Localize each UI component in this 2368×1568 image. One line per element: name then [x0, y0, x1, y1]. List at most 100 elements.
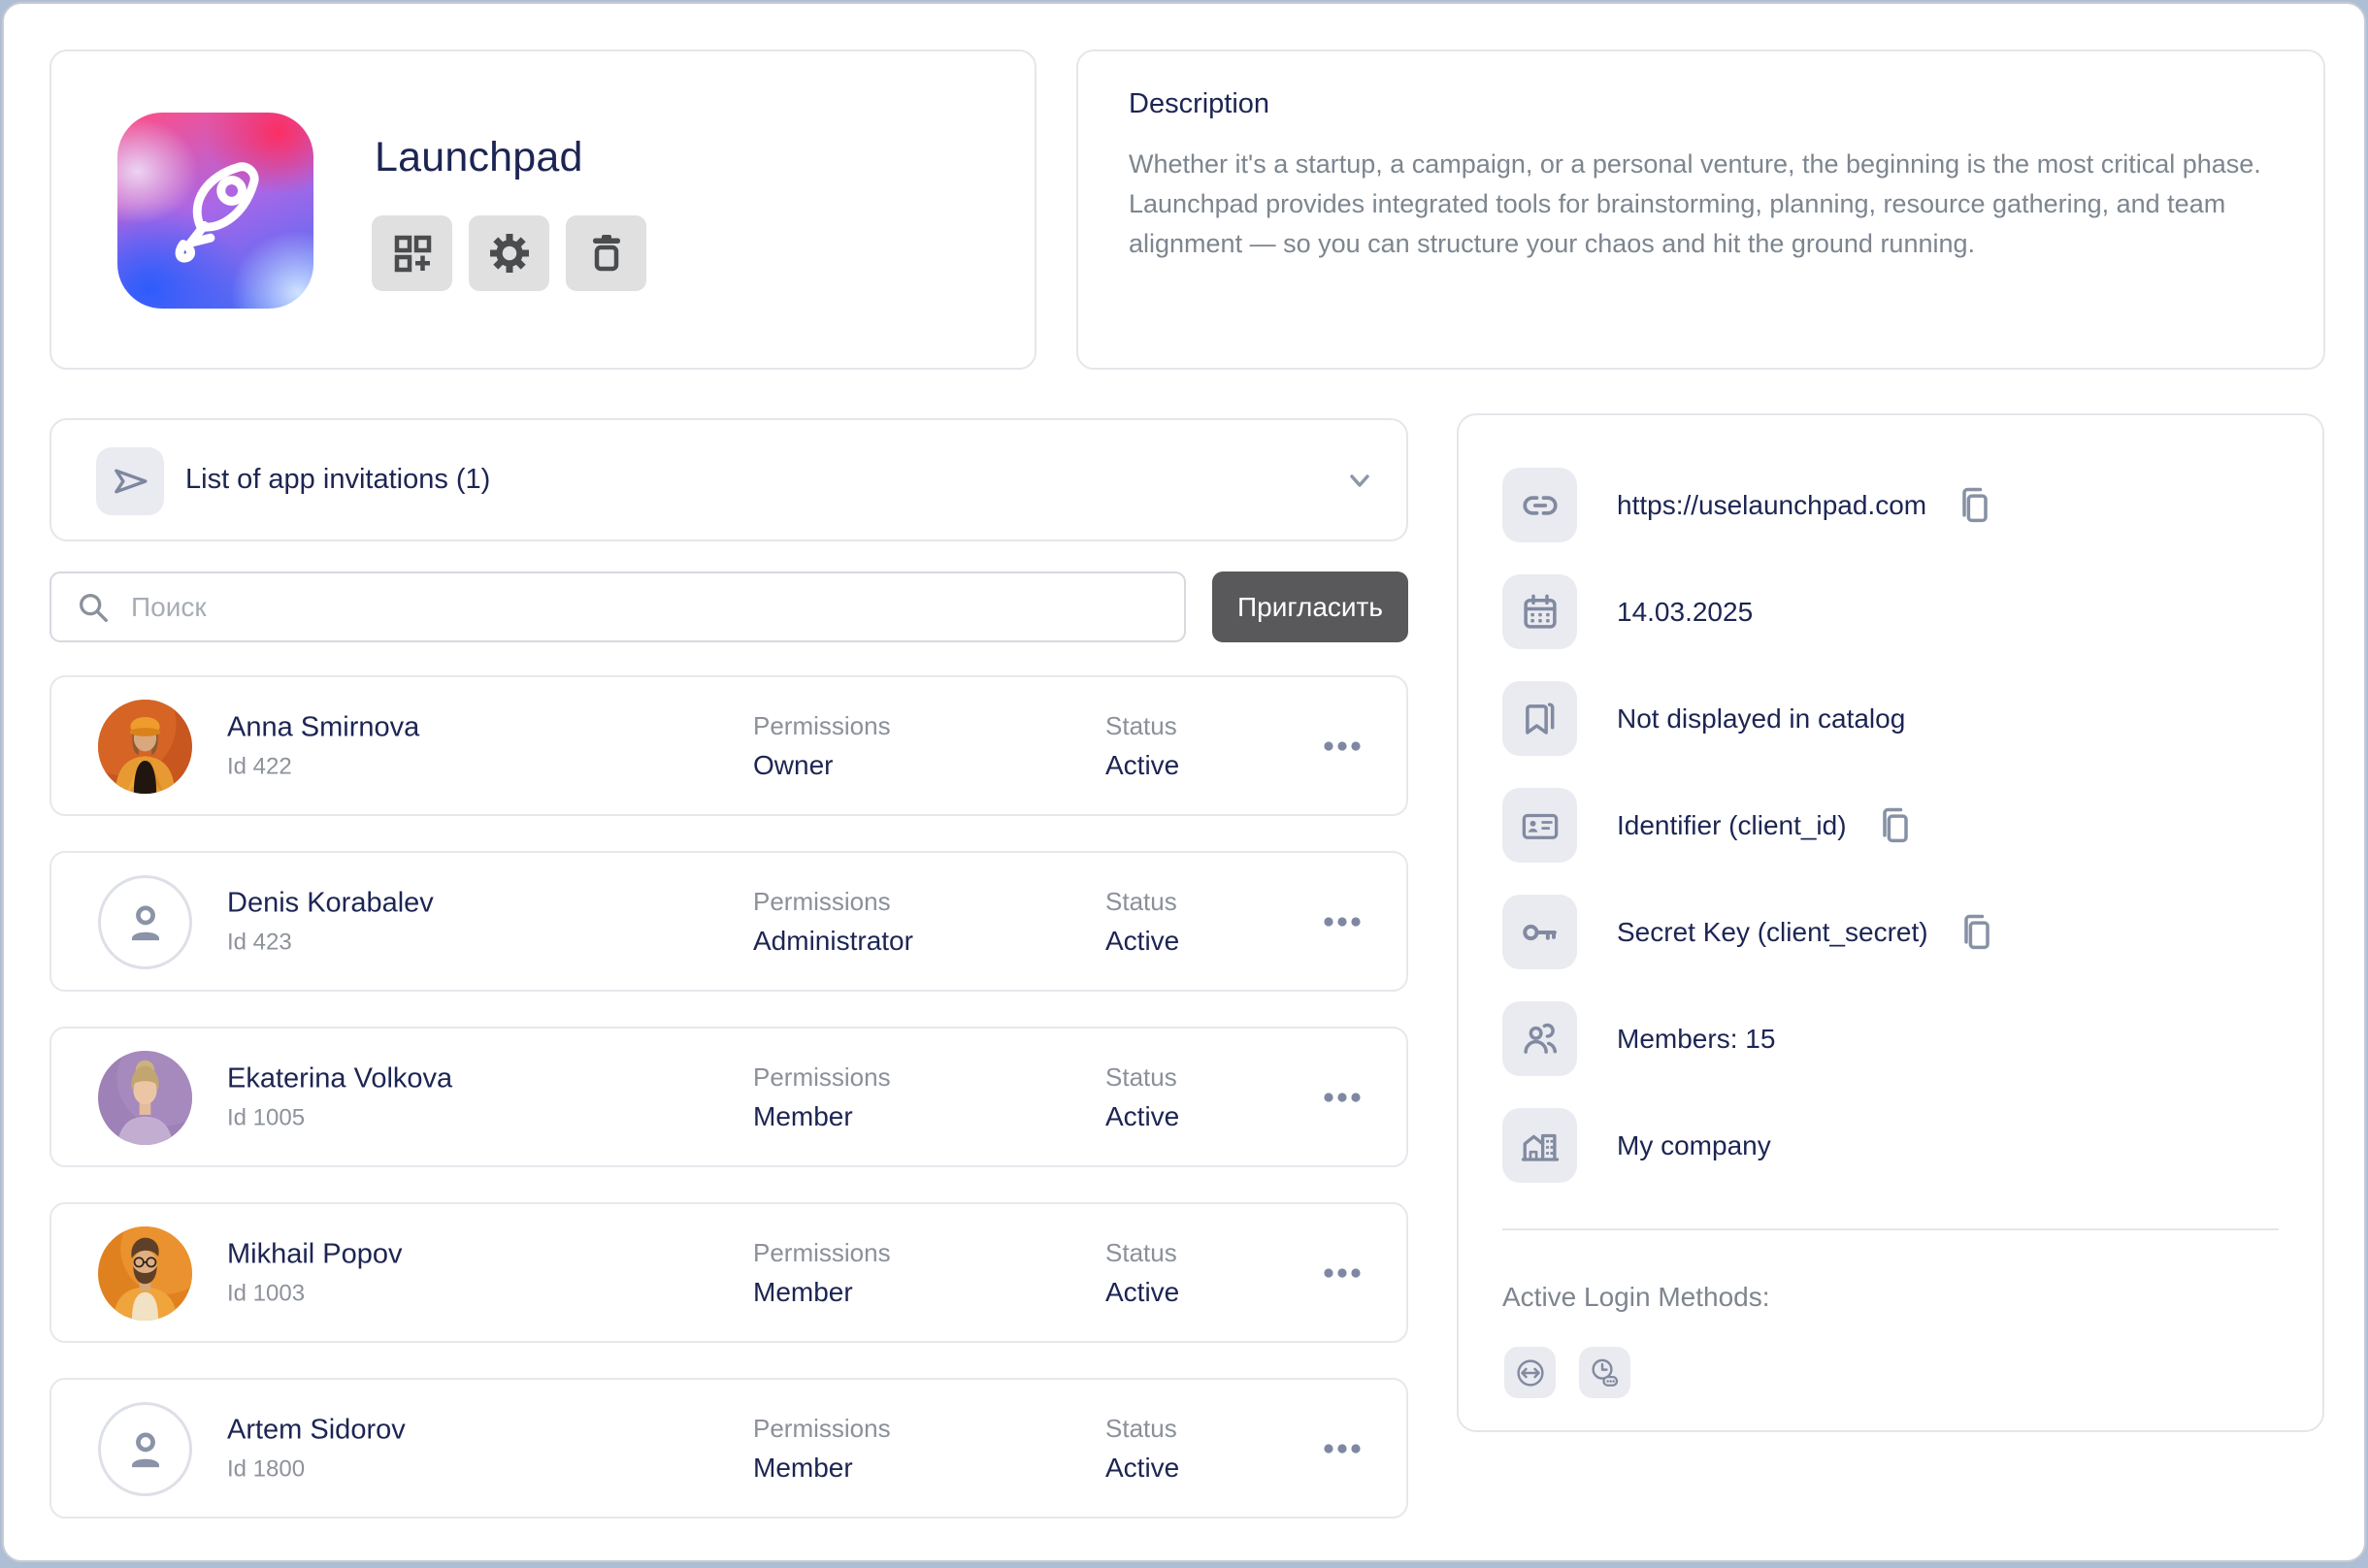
member-identity: Mikhail Popov Id 1003 [227, 1238, 403, 1307]
member-identity: Ekaterina Volkova Id 1005 [227, 1062, 452, 1131]
member-row: Ekaterina Volkova Id 1005 Permissions Me… [49, 1027, 1408, 1167]
company-icon [1502, 1108, 1577, 1183]
member-name: Artem Sidorov [227, 1414, 406, 1446]
app-url: https://uselaunchpad.com [1617, 490, 1926, 521]
row-menu-button[interactable] [1313, 1427, 1371, 1470]
search-icon [75, 589, 112, 626]
detail-row-company: My company [1502, 1108, 2284, 1183]
copy-icon [1956, 484, 1994, 527]
member-identity: Denis Korabalev Id 423 [227, 887, 434, 956]
member-row: Anna Smirnova Id 422 Permissions Owner S… [49, 675, 1408, 816]
rocket-icon [153, 148, 278, 273]
app-details-panel: https://uselaunchpad.com 14 [1457, 413, 2324, 1432]
member-row: Mikhail Popov Id 1003 Permissions Member… [49, 1202, 1408, 1343]
status-column: Status Active [1105, 1238, 1179, 1308]
detail-row-client-secret: Secret Key (client_secret) [1502, 895, 2284, 969]
copy-icon [1957, 911, 1996, 954]
member-row: Denis Korabalev Id 423 Permissions Admin… [49, 851, 1408, 992]
status-value: Active [1105, 750, 1179, 781]
invitations-bar[interactable]: List of app invitations (1) [49, 418, 1408, 541]
detail-row-catalog: Not displayed in catalog [1502, 681, 2284, 756]
key-icon [1502, 895, 1577, 969]
settings-button[interactable] [469, 215, 549, 291]
permissions-column: Permissions Member [753, 1062, 891, 1132]
member-id: Id 1800 [227, 1455, 406, 1483]
description-card: Description Whether it's a startup, a ca… [1076, 49, 2325, 370]
client-secret-label: Secret Key (client_secret) [1617, 917, 1928, 948]
app-summary-card: Launchpad [49, 49, 1036, 370]
invitations-title: List of app invitations (1) [185, 420, 490, 539]
send-paper-plane-icon [96, 447, 164, 515]
calendar-icon [1502, 574, 1577, 649]
otp-clock-icon[interactable] [1579, 1347, 1630, 1398]
member-id: Id 423 [227, 929, 434, 956]
detail-row-url: https://uselaunchpad.com [1502, 468, 2284, 542]
avatar-placeholder-person-icon [98, 875, 192, 969]
ellipsis-icon [1315, 1265, 1369, 1281]
member-name: Denis Korabalev [227, 887, 434, 919]
app-action-buttons [372, 215, 646, 291]
members-count: Members: 15 [1617, 1024, 1775, 1055]
status-column: Status Active [1105, 887, 1179, 957]
permissions-value: Administrator [753, 926, 913, 957]
members-icon [1502, 1001, 1577, 1076]
widgets-add-icon [389, 230, 436, 277]
copy-url-button[interactable] [1956, 484, 1994, 527]
status-column: Status Active [1105, 1062, 1179, 1132]
widgets-button[interactable] [372, 215, 452, 291]
invite-button[interactable]: Пригласить [1212, 572, 1408, 642]
status-value: Active [1105, 926, 1179, 957]
status-value: Active [1105, 1453, 1179, 1484]
member-id: Id 422 [227, 753, 419, 780]
permissions-column: Permissions Owner [753, 711, 891, 781]
chevron-down-icon[interactable] [1344, 465, 1375, 496]
ellipsis-icon [1315, 1441, 1369, 1456]
app-title: Launchpad [375, 134, 583, 181]
status-label: Status [1105, 1238, 1179, 1268]
member-identity: Artem Sidorov Id 1800 [227, 1414, 406, 1483]
detail-row-members: Members: 15 [1502, 1001, 2284, 1076]
permissions-value: Member [753, 1277, 891, 1308]
status-label: Status [1105, 1414, 1179, 1444]
copy-client-secret-button[interactable] [1957, 911, 1996, 954]
avatar-photo [98, 1226, 192, 1321]
copy-icon [1876, 804, 1915, 847]
member-id: Id 1005 [227, 1104, 452, 1131]
status-label: Status [1105, 887, 1179, 917]
row-menu-button[interactable] [1313, 1076, 1371, 1119]
description-body: Whether it's a startup, a campaign, or a… [1129, 145, 2288, 264]
app-window: Launchpad [2, 2, 2366, 1562]
status-column: Status Active [1105, 711, 1179, 781]
login-methods-label: Active Login Methods: [1502, 1282, 1770, 1313]
status-column: Status Active [1105, 1414, 1179, 1484]
search-input[interactable] [129, 591, 1161, 624]
delete-button[interactable] [566, 215, 646, 291]
id-card-icon [1502, 788, 1577, 863]
member-identity: Anna Smirnova Id 422 [227, 711, 419, 780]
status-value: Active [1105, 1101, 1179, 1132]
row-menu-button[interactable] [1313, 900, 1371, 943]
catalog-status: Not displayed in catalog [1617, 703, 1905, 735]
divider [1502, 1228, 2279, 1230]
row-menu-button[interactable] [1313, 725, 1371, 768]
permissions-label: Permissions [753, 711, 891, 741]
status-label: Status [1105, 711, 1179, 741]
transfer-arrows-icon[interactable] [1504, 1347, 1556, 1398]
description-title: Description [1129, 88, 1269, 120]
app-logo-rocket-icon [117, 113, 313, 309]
permissions-label: Permissions [753, 887, 913, 917]
permissions-value: Member [753, 1101, 891, 1132]
ellipsis-icon [1315, 1090, 1369, 1105]
member-name: Anna Smirnova [227, 711, 419, 743]
member-name: Mikhail Popov [227, 1238, 403, 1270]
settings-gear-icon [486, 230, 533, 277]
copy-client-id-button[interactable] [1876, 804, 1915, 847]
row-menu-button[interactable] [1313, 1252, 1371, 1294]
avatar-photo [98, 700, 192, 794]
link-icon [1502, 468, 1577, 542]
bookmark-icon [1502, 681, 1577, 756]
avatar-placeholder-person-icon [98, 1402, 192, 1496]
permissions-column: Permissions Member [753, 1238, 891, 1308]
permissions-label: Permissions [753, 1062, 891, 1093]
member-row: Artem Sidorov Id 1800 Permissions Member… [49, 1378, 1408, 1519]
